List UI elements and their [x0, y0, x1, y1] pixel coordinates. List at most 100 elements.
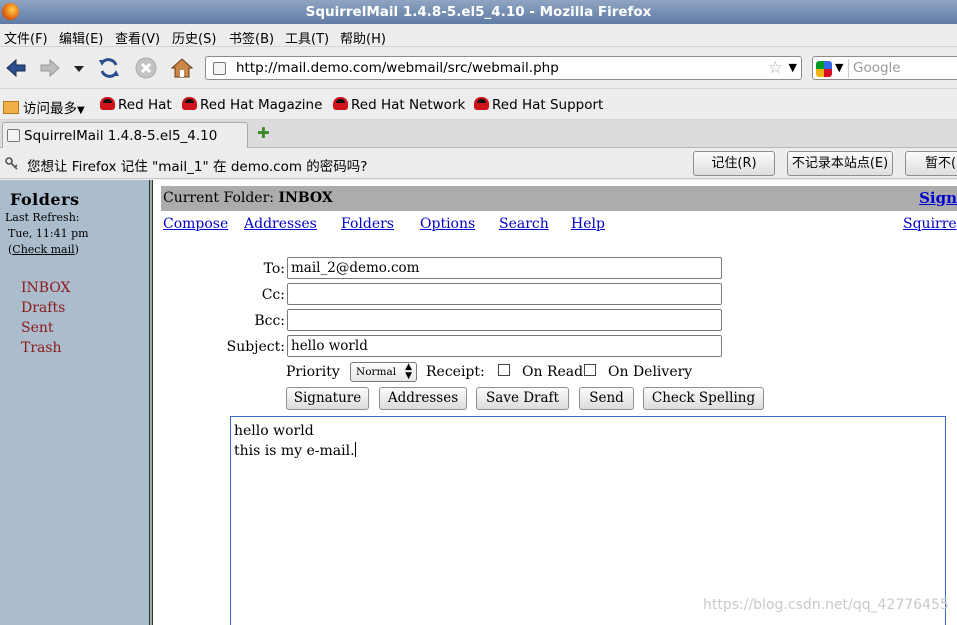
search-box[interactable]: ▼ Google — [812, 56, 957, 80]
menu-file[interactable]: 文件(F) — [4, 28, 48, 47]
reload-icon[interactable] — [97, 56, 121, 80]
menu-help[interactable]: 帮助(H) — [340, 28, 386, 47]
current-folder-name: INBOX — [278, 190, 333, 206]
bookmarks-toolbar: 访问最多▼ Red Hat Red Hat Magazine Red Hat N… — [0, 89, 957, 120]
squirrelmail-link[interactable]: Squirre — [903, 216, 957, 232]
bookmark-red-hat-magazine[interactable]: Red Hat Magazine — [182, 97, 322, 113]
priority-label: Priority — [286, 364, 340, 380]
forward-arrow-icon[interactable] — [38, 56, 62, 80]
last-refresh-label: Last Refresh: — [5, 211, 80, 224]
body-line: hello world — [234, 423, 314, 439]
receipt-label: Receipt: — [426, 364, 485, 380]
compose-link[interactable]: Compose — [163, 216, 228, 232]
compose-pane: Current Folder: INBOX Sign Compose Addre… — [153, 180, 957, 625]
password-message: 您想让 Firefox 记住 "mail_1" 在 demo.com 的密码吗? — [27, 159, 368, 175]
history-dropdown-icon[interactable] — [70, 56, 88, 80]
cc-label: Cc: — [261, 287, 285, 303]
save-draft-button[interactable]: Save Draft — [476, 387, 569, 410]
addresses-link[interactable]: Addresses — [244, 216, 317, 232]
options-link[interactable]: Options — [420, 216, 475, 232]
remember-password-button[interactable]: 记住(R) — [693, 151, 775, 176]
subject-field[interactable]: hello world — [287, 335, 722, 357]
window-title-bar: SquirrelMail 1.4.8-5.el5_4.10 - Mozilla … — [0, 0, 957, 24]
message-body[interactable]: hello world this is my e-mail. — [230, 416, 946, 625]
on-delivery-label: On Delivery — [608, 364, 693, 380]
menu-view[interactable]: 查看(V) — [115, 28, 160, 47]
navigation-toolbar: http://mail.demo.com/webmail/src/webmail… — [0, 47, 957, 89]
on-read-checkbox[interactable] — [498, 364, 510, 376]
url-bar[interactable]: http://mail.demo.com/webmail/src/webmail… — [205, 56, 802, 80]
body-line: this is my e-mail. — [234, 443, 355, 459]
back-arrow-icon[interactable] — [4, 56, 28, 80]
to-label: To: — [263, 261, 285, 277]
bookmark-red-hat-network[interactable]: Red Hat Network — [333, 97, 465, 113]
folder-inbox[interactable]: INBOX — [21, 280, 71, 296]
key-icon — [5, 157, 18, 170]
bookmark-label: Red Hat Support — [492, 97, 604, 113]
bookmark-label: Red Hat Network — [351, 97, 466, 113]
redhat-icon — [182, 97, 197, 110]
current-folder: Current Folder: INBOX — [163, 190, 333, 206]
to-field[interactable]: mail_2@demo.com — [287, 257, 722, 279]
select-arrows-icon: ▲ ▼ — [405, 362, 412, 381]
tab-bar: SquirrelMail 1.4.8-5.el5_4.10 ✚ — [0, 120, 957, 148]
check-mail-link[interactable]: Check mail — [12, 243, 74, 256]
bookmark-red-hat-support[interactable]: Red Hat Support — [474, 97, 603, 113]
help-link[interactable]: Help — [571, 216, 605, 232]
menu-history[interactable]: 历史(S) — [172, 28, 216, 47]
menu-edit[interactable]: 编辑(E) — [59, 28, 103, 47]
on-read-label: On Read — [522, 364, 584, 380]
window-title: SquirrelMail 1.4.8-5.el5_4.10 - Mozilla … — [305, 4, 652, 20]
redhat-icon — [100, 97, 115, 110]
page-content: Folders Last Refresh: Tue, 11:41 pm (Che… — [0, 180, 957, 625]
check-spelling-button[interactable]: Check Spelling — [643, 387, 764, 410]
firefox-icon[interactable] — [2, 3, 19, 20]
chevron-down-icon: ▼ — [77, 105, 85, 116]
never-remember-button[interactable]: 不记录本站点(E) — [787, 151, 893, 176]
folders-link[interactable]: Folders — [341, 216, 394, 232]
search-input[interactable]: Google — [853, 60, 901, 76]
tab-squirrelmail[interactable]: SquirrelMail 1.4.8-5.el5_4.10 — [2, 122, 248, 148]
bcc-label: Bcc: — [254, 313, 285, 329]
tab-label: SquirrelMail 1.4.8-5.el5_4.10 — [24, 128, 218, 144]
home-icon[interactable] — [170, 56, 194, 80]
folder-drafts[interactable]: Drafts — [21, 300, 65, 316]
cc-field[interactable] — [287, 283, 722, 305]
text-caret — [354, 442, 356, 457]
google-engine-icon[interactable] — [816, 61, 832, 77]
priority-value: Normal — [356, 366, 397, 378]
bcc-field[interactable] — [287, 309, 722, 331]
page-icon — [7, 129, 20, 142]
search-link[interactable]: Search — [499, 216, 549, 232]
body-line-with-caret: this is my e-mail. — [234, 441, 942, 461]
menu-bar: 文件(F) 编辑(E) 查看(V) 历史(S) 书签(B) 工具(T) 帮助(H… — [0, 24, 957, 47]
bookmark-label: Red Hat — [118, 97, 172, 113]
stop-icon[interactable] — [134, 56, 158, 80]
bookmark-star-icon[interactable]: ☆ — [768, 58, 783, 78]
page-icon — [213, 62, 226, 75]
folder-trash[interactable]: Trash — [21, 340, 62, 356]
url-text[interactable]: http://mail.demo.com/webmail/src/webmail… — [236, 60, 559, 76]
password-notification-bar: 您想让 Firefox 记住 "mail_1" 在 demo.com 的密码吗?… — [0, 148, 957, 179]
menu-tools[interactable]: 工具(T) — [285, 28, 329, 47]
bookmark-red-hat[interactable]: Red Hat — [100, 97, 172, 113]
watermark: https://blog.csdn.net/qq_42776455 — [703, 597, 949, 613]
priority-select[interactable]: Normal ▲ ▼ — [350, 362, 417, 382]
not-now-button[interactable]: 暂不( — [905, 151, 957, 176]
bookmark-label: Red Hat Magazine — [200, 97, 323, 113]
bookmark-most-visited[interactable]: 访问最多▼ — [3, 97, 85, 117]
search-separator — [848, 59, 849, 78]
addresses-button[interactable]: Addresses — [379, 387, 467, 410]
send-button[interactable]: Send — [579, 387, 634, 410]
sign-out-link[interactable]: Sign — [919, 189, 957, 207]
folder-sent[interactable]: Sent — [21, 320, 54, 336]
new-tab-icon[interactable]: ✚ — [257, 124, 270, 142]
sidebar-title: Folders — [10, 190, 80, 209]
redhat-icon — [333, 97, 348, 110]
search-engine-dropdown-icon[interactable]: ▼ — [835, 61, 843, 74]
signature-button[interactable]: Signature — [286, 387, 369, 410]
url-dropdown-icon[interactable]: ▼ — [789, 61, 797, 74]
redhat-icon — [474, 97, 489, 110]
menu-bookmarks[interactable]: 书签(B) — [229, 28, 274, 47]
on-delivery-checkbox[interactable] — [584, 364, 596, 376]
